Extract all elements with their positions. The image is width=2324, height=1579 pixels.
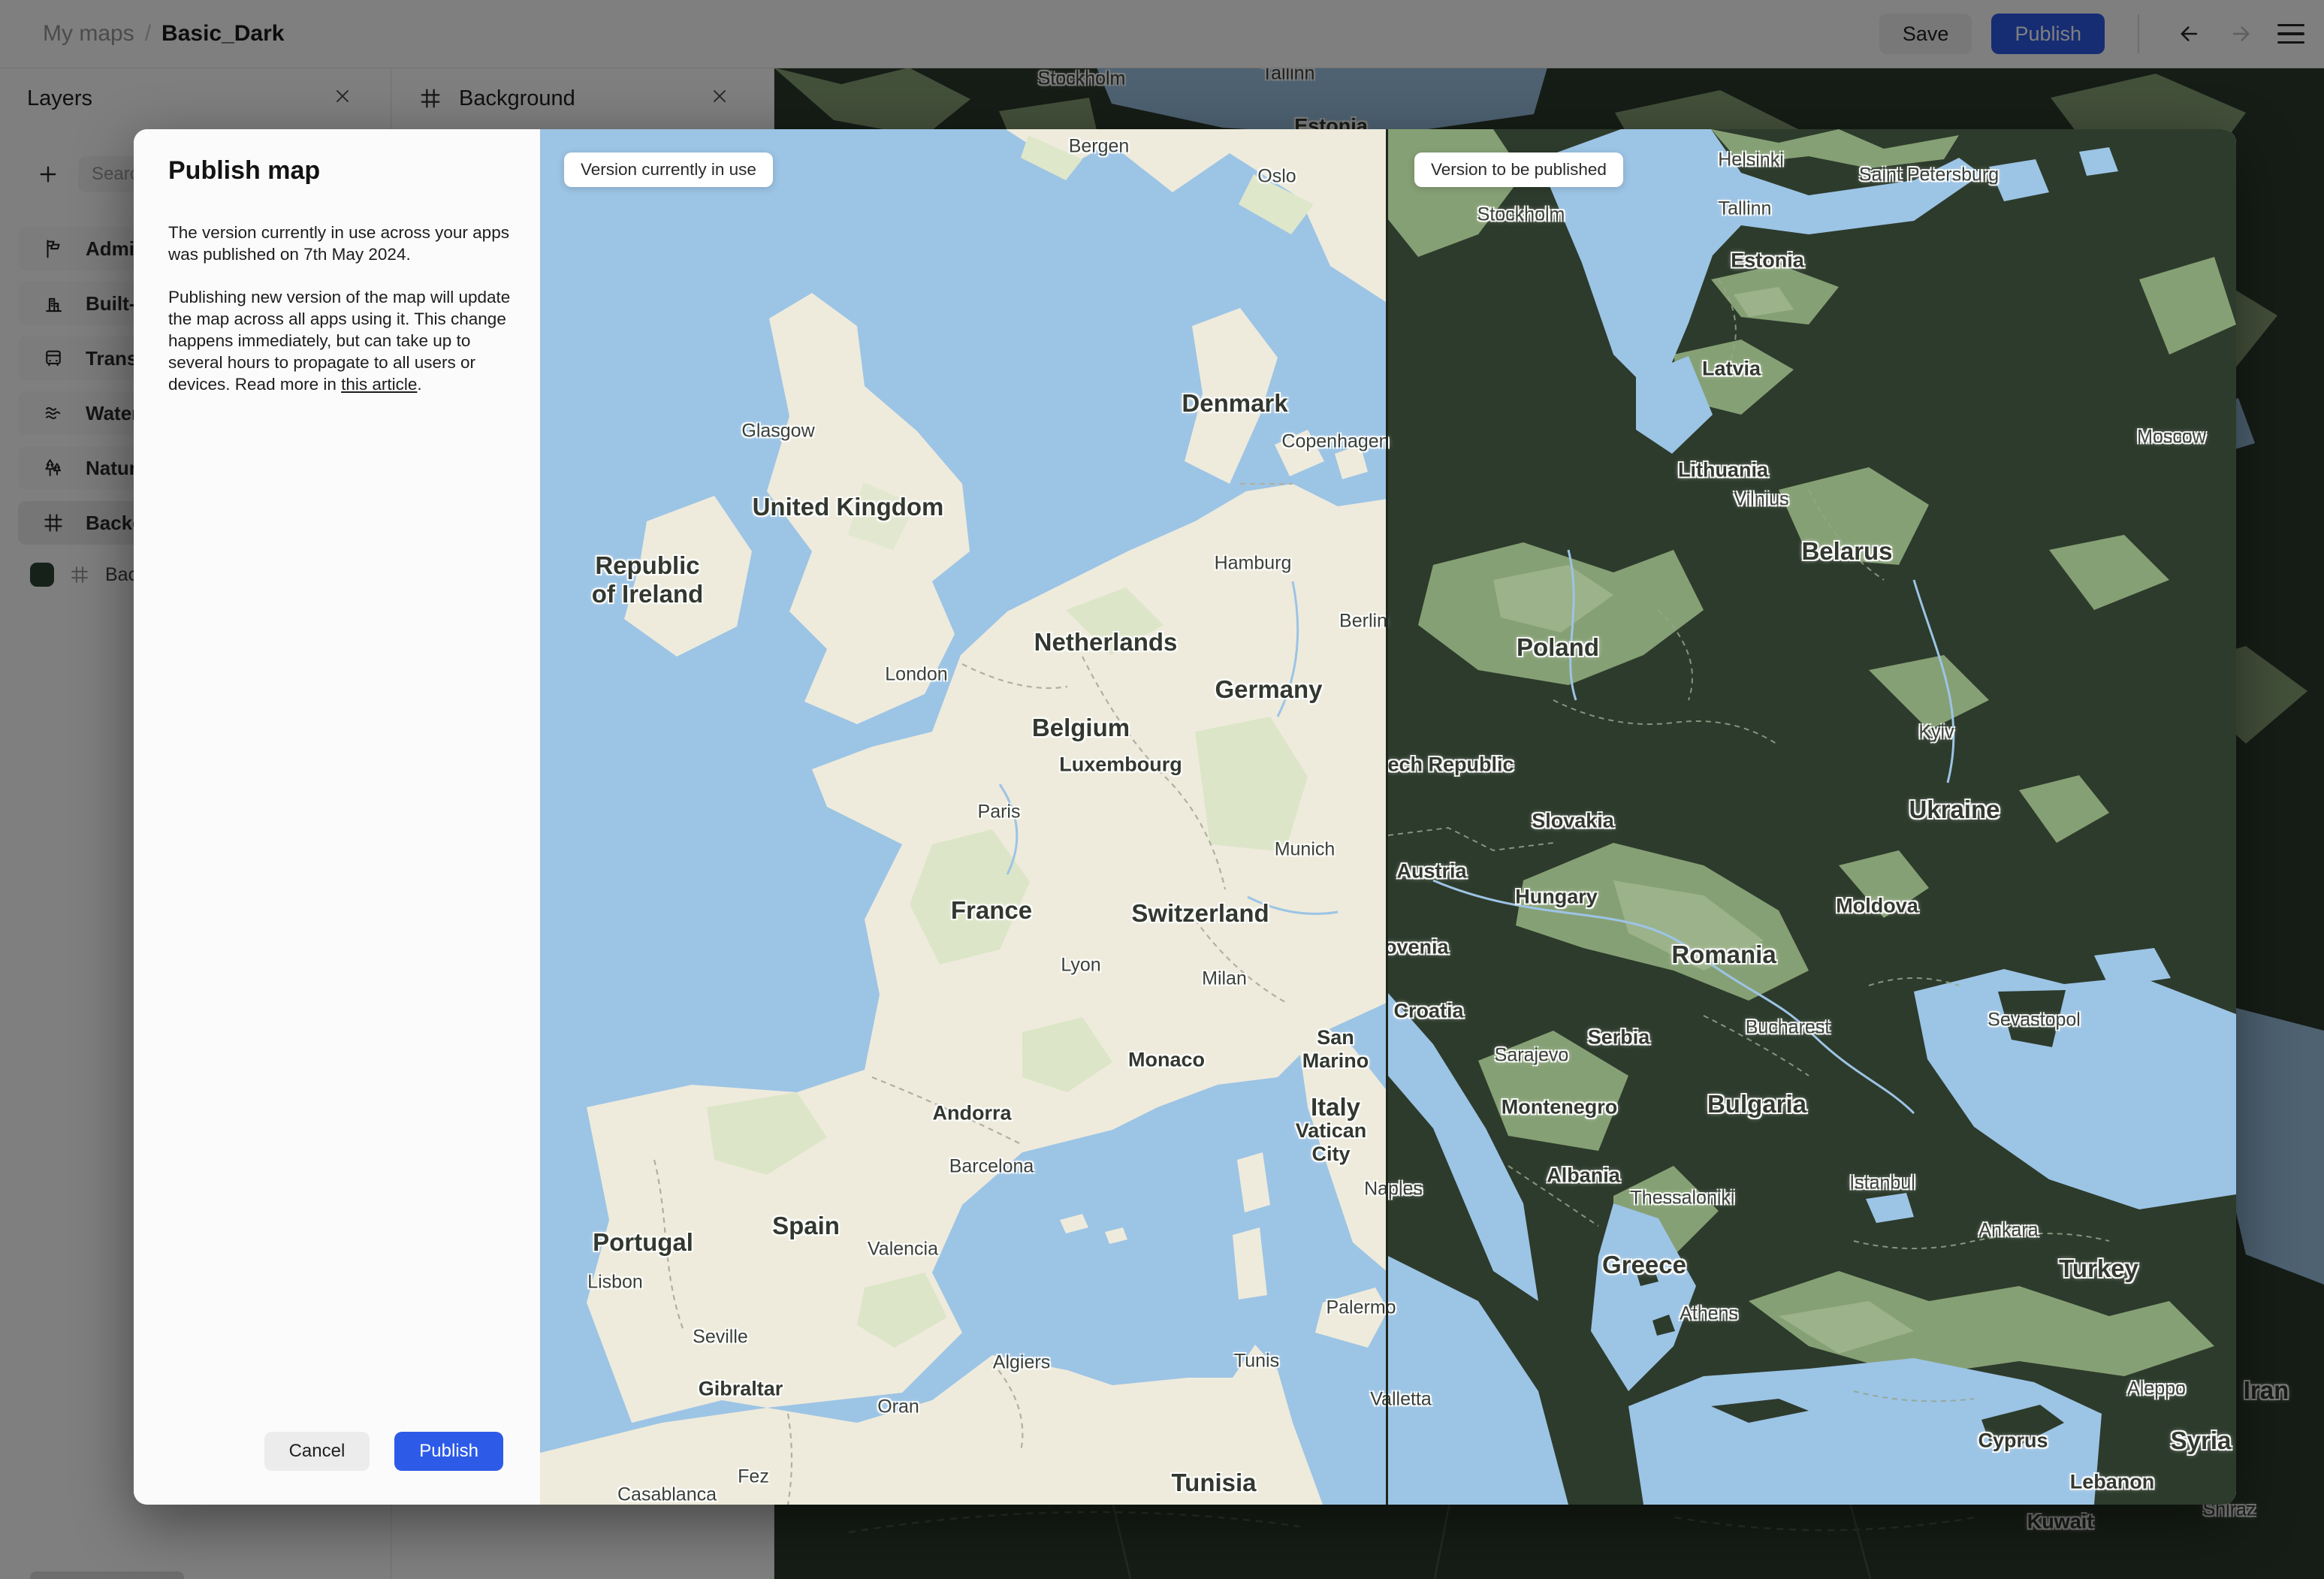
this-article-link[interactable]: this article — [341, 375, 417, 394]
dialog-paragraph-1: The version currently in use across your… — [168, 222, 509, 264]
dialog-paragraph-2: Publishing new version of the map will u… — [168, 287, 511, 394]
publish-modal: Publish map The version currently in use… — [134, 129, 2236, 1505]
current-version-map[interactable]: Bergen Oslo Glasgow Denmark Copenhagen United… — [540, 129, 1432, 1505]
light-map-svg — [540, 129, 1388, 1505]
current-version-chip: Version currently in use — [564, 152, 773, 187]
dialog-title: Publish map — [168, 156, 321, 185]
dialog-actions: Cancel Publish — [264, 1432, 503, 1471]
cancel-button[interactable]: Cancel — [264, 1432, 370, 1471]
version-compare-view: Bergen Oslo Glasgow Denmark Copenhagen United… — [540, 129, 2236, 1505]
compare-divider-handle[interactable] — [1386, 129, 1388, 1505]
dialog-publish-button[interactable]: Publish — [394, 1432, 503, 1471]
published-version-map[interactable]: Helsinki Saint Petersburg Tallinn Stockholm… — [1388, 129, 2236, 1505]
publish-dialog: Publish map The version currently in use… — [134, 129, 540, 1505]
published-version-chip: Version to be published — [1414, 152, 1623, 187]
app-window: StockholmTallinnEstoniaIranShirazKuwait … — [0, 0, 2324, 1579]
dark-map-svg — [1388, 129, 2236, 1505]
